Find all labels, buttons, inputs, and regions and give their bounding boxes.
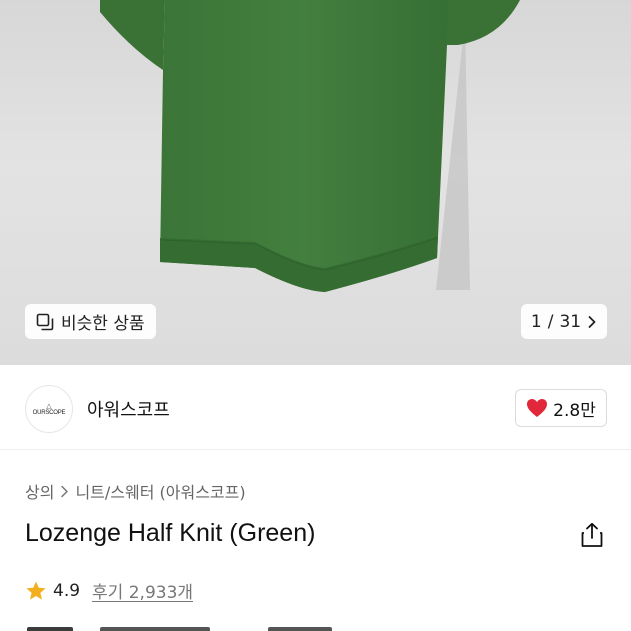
brand-name[interactable]: 아워스코프: [87, 396, 170, 422]
coupon-button-edge: [27, 627, 73, 631]
share-icon: [581, 522, 603, 547]
star-icon: [26, 581, 46, 600]
chevron-right-icon[interactable]: [587, 315, 597, 329]
heart-icon: [527, 399, 548, 417]
brand-logo-text: OURSCOPE: [32, 409, 66, 416]
like-button[interactable]: 2.8만: [515, 389, 607, 427]
coupon-button-edge: [100, 627, 210, 631]
coupon-button-edge: [268, 627, 332, 631]
copy-icon: [36, 313, 54, 330]
reviews-link[interactable]: 후기 2,933개: [92, 578, 193, 603]
breadcrumb-subcategory[interactable]: 니트/스웨터 (아워스코프): [75, 479, 245, 503]
like-count: 2.8만: [553, 400, 596, 421]
rating-row: 4.9 후기 2,933개: [25, 578, 193, 603]
pager-current: 1: [530, 311, 542, 332]
brand-mark-icon: △: [46, 401, 52, 410]
brand-row[interactable]: △ OURSCOPE 아워스코프 2.8만: [0, 365, 631, 450]
similar-products-button[interactable]: 비슷한 상품: [25, 304, 156, 339]
breadcrumb-category[interactable]: 상의: [25, 479, 54, 503]
product-image-gallery[interactable]: 비슷한 상품 1 / 31: [0, 0, 631, 365]
similar-products-label: 비슷한 상품: [61, 314, 145, 334]
chevron-right-icon: [61, 485, 69, 497]
pager-separator: /: [547, 311, 554, 332]
pager-total: 31: [559, 311, 582, 332]
breadcrumb: 상의 니트/스웨터 (아워스코프): [25, 479, 246, 503]
image-pager[interactable]: 1 / 31: [521, 304, 607, 339]
share-button[interactable]: [580, 522, 604, 548]
rating-score: 4.9: [53, 580, 81, 601]
brand-logo[interactable]: △ OURSCOPE: [25, 385, 73, 433]
product-title: Lozenge Half Knit (Green): [25, 519, 316, 547]
